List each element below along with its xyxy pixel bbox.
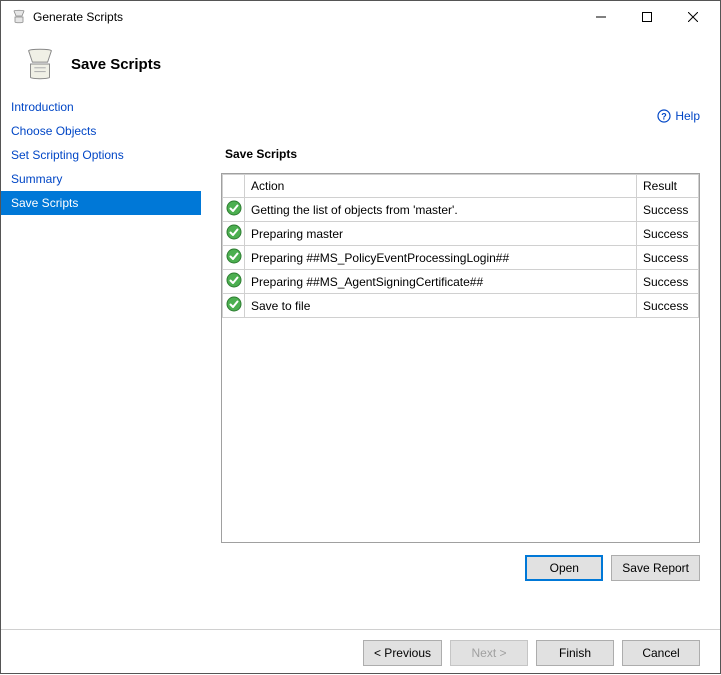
app-icon	[11, 9, 27, 25]
result-cell: Success	[637, 294, 699, 318]
success-icon	[223, 198, 245, 222]
action-cell: Getting the list of objects from 'master…	[245, 198, 637, 222]
maximize-button[interactable]	[624, 1, 670, 33]
previous-button[interactable]: < Previous	[363, 640, 442, 666]
help-icon: ?	[657, 109, 671, 123]
table-row: Save to fileSuccess	[223, 294, 699, 318]
sidebar-item-introduction[interactable]: Introduction	[1, 95, 201, 119]
next-button: Next >	[450, 640, 528, 666]
footer-buttons: < Previous Next > Finish Cancel	[1, 629, 720, 675]
main-area: Introduction Choose Objects Set Scriptin…	[1, 95, 720, 629]
table-row: Getting the list of objects from 'master…	[223, 198, 699, 222]
help-link[interactable]: ? Help	[221, 103, 700, 129]
col-header-icon	[223, 175, 245, 198]
success-icon	[223, 294, 245, 318]
sidebar-item-summary[interactable]: Summary	[1, 167, 201, 191]
save-report-button[interactable]: Save Report	[611, 555, 700, 581]
action-cell: Save to file	[245, 294, 637, 318]
page-title: Save Scripts	[71, 56, 161, 73]
action-cell: Preparing ##MS_PolicyEventProcessingLogi…	[245, 246, 637, 270]
content-area: ? Help Save Scripts Action Result Gettin…	[201, 95, 720, 629]
progress-table: Action Result Getting the list of object…	[221, 173, 700, 543]
action-cell: Preparing ##MS_AgentSigningCertificate##	[245, 270, 637, 294]
script-icon	[21, 45, 59, 83]
col-header-result: Result	[637, 175, 699, 198]
result-cell: Success	[637, 198, 699, 222]
cancel-button[interactable]: Cancel	[622, 640, 700, 666]
open-button[interactable]: Open	[525, 555, 603, 581]
result-cell: Success	[637, 246, 699, 270]
success-icon	[223, 270, 245, 294]
minimize-button[interactable]	[578, 1, 624, 33]
table-row: Preparing ##MS_AgentSigningCertificate##…	[223, 270, 699, 294]
success-icon	[223, 246, 245, 270]
mid-button-row: Open Save Report	[221, 555, 700, 581]
table-row: Preparing masterSuccess	[223, 222, 699, 246]
close-button[interactable]	[670, 1, 716, 33]
finish-button[interactable]: Finish	[536, 640, 614, 666]
sidebar: Introduction Choose Objects Set Scriptin…	[1, 95, 201, 629]
page-header: Save Scripts	[1, 33, 720, 95]
sidebar-item-set-scripting-options[interactable]: Set Scripting Options	[1, 143, 201, 167]
svg-text:?: ?	[662, 112, 668, 122]
content-heading: Save Scripts	[225, 147, 700, 161]
window-title: Generate Scripts	[33, 10, 123, 24]
action-cell: Preparing master	[245, 222, 637, 246]
col-header-action: Action	[245, 175, 637, 198]
title-bar: Generate Scripts	[1, 1, 720, 33]
sidebar-item-save-scripts[interactable]: Save Scripts	[1, 191, 201, 215]
result-cell: Success	[637, 270, 699, 294]
result-cell: Success	[637, 222, 699, 246]
help-label: Help	[675, 109, 700, 123]
success-icon	[223, 222, 245, 246]
sidebar-item-choose-objects[interactable]: Choose Objects	[1, 119, 201, 143]
table-row: Preparing ##MS_PolicyEventProcessingLogi…	[223, 246, 699, 270]
